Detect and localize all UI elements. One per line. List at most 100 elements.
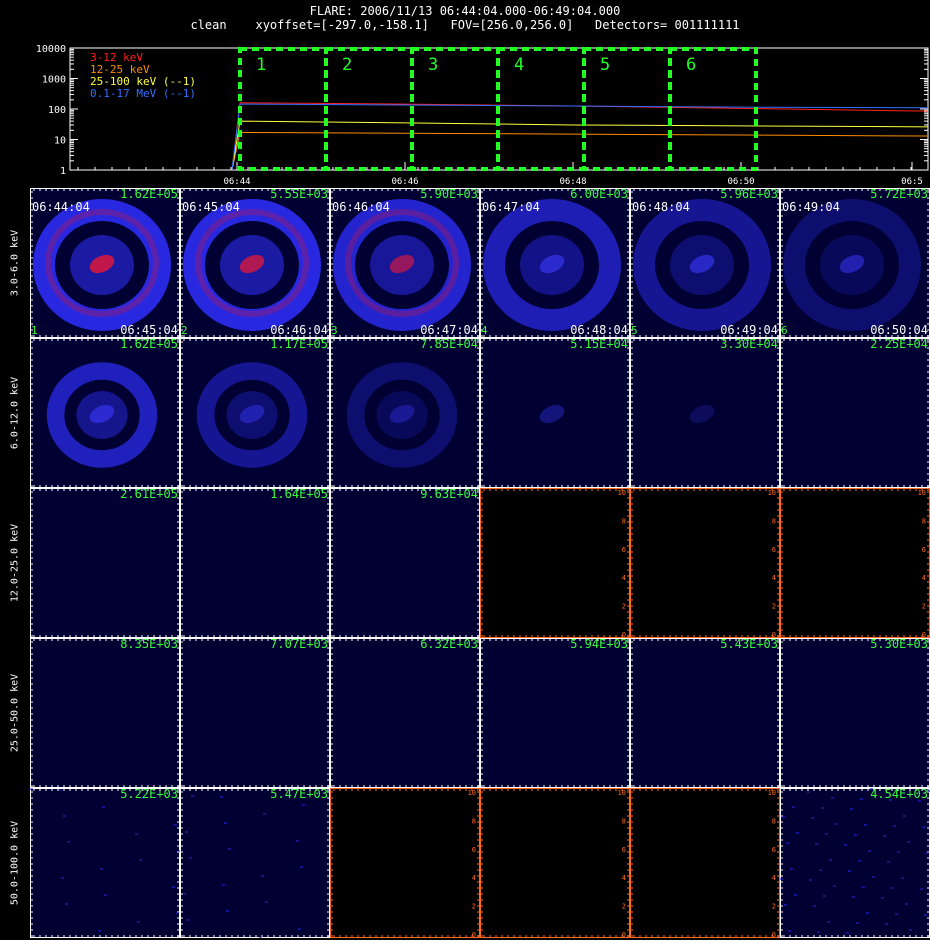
empty-axis-tick: 6 xyxy=(922,546,926,554)
panel-start-time: 06:46:04 xyxy=(332,200,390,214)
noise-speck xyxy=(909,929,912,931)
panel-canvas: 10 8 6 4 2 0 xyxy=(630,488,780,638)
panel-border xyxy=(30,788,180,938)
empty-axis-tick: 8 xyxy=(922,517,926,525)
image-panel[interactable]: 5.43E+03 xyxy=(630,638,780,788)
image-panel[interactable]: 10 8 6 4 2 0 xyxy=(780,488,930,638)
empty-axis-tick: 8 xyxy=(472,817,476,825)
noise-speck xyxy=(174,824,177,826)
noise-speck xyxy=(905,903,908,905)
panel-border xyxy=(330,488,480,638)
noise-speck xyxy=(100,868,103,870)
panel-border xyxy=(180,788,330,938)
empty-axis-tick: 10 xyxy=(618,489,626,497)
image-panel[interactable]: 5.22E+03 xyxy=(30,788,180,938)
noise-speck xyxy=(259,937,262,938)
panel-canvas xyxy=(330,338,480,488)
panel-border xyxy=(480,788,630,938)
noise-speck xyxy=(30,788,33,790)
image-panel[interactable]: 6.32E+03 xyxy=(330,638,480,788)
image-panel[interactable]: 5.94E+03 xyxy=(480,638,630,788)
image-panel[interactable]: 7.07E+03 xyxy=(180,638,330,788)
noise-speck xyxy=(907,841,910,843)
image-panel[interactable]: 10 8 6 4 2 0 xyxy=(480,788,630,938)
image-panel[interactable]: 10 8 6 4 2 0 xyxy=(630,788,780,938)
panel-border xyxy=(630,638,780,788)
noise-speck xyxy=(784,904,787,906)
image-panel[interactable]: 1.64E+05 xyxy=(180,488,330,638)
panel-max-value: 5.43E+03 xyxy=(720,638,778,651)
panel-max-value: 2.25E+04 xyxy=(870,338,928,351)
image-panel[interactable]: 1.17E+05 xyxy=(180,338,330,488)
empty-axis-tick: 0 xyxy=(772,631,776,638)
noise-speck xyxy=(298,928,301,930)
noise-speck xyxy=(926,852,929,854)
empty-axis-tick: 10 xyxy=(468,789,476,797)
noise-speck xyxy=(827,921,830,923)
noise-speck xyxy=(135,833,138,835)
panel-start-time: 06:49:04 xyxy=(782,200,840,214)
noise-speck xyxy=(59,789,62,791)
panel-canvas xyxy=(180,488,330,638)
legend-entry: 0.1-17 MeV (--1) xyxy=(90,87,196,100)
image-panel[interactable]: 2.25E+04 xyxy=(780,338,930,488)
image-panel[interactable]: 5.47E+03 xyxy=(180,788,330,938)
noise-speck xyxy=(819,869,822,871)
noise-speck xyxy=(794,894,797,896)
panel-interval-number: 5 xyxy=(631,324,638,337)
energy-band-label: 3.0-6.0 keV xyxy=(9,229,21,297)
empty-axis-tick: 2 xyxy=(922,603,926,611)
noise-speck xyxy=(790,868,793,870)
noise-speck xyxy=(807,791,810,793)
image-panel[interactable]: 5.15E+04 xyxy=(480,338,630,488)
panel-interval-number: 6 xyxy=(781,324,788,337)
image-panel[interactable]: 2.61E+05 xyxy=(30,488,180,638)
image-panel[interactable]: 1.62E+05 xyxy=(30,338,180,488)
y-tick-label: 10 xyxy=(54,136,66,147)
panel-end-time: 06:50:04 xyxy=(870,323,928,337)
noise-speck xyxy=(786,842,789,844)
panel-canvas xyxy=(780,338,930,488)
noise-speck xyxy=(296,840,299,842)
image-panel[interactable]: 5.30E+03 xyxy=(780,638,930,788)
image-panel[interactable]: 1.62E+05 06:44:04 06:45:04 1 xyxy=(30,188,180,338)
noise-speck xyxy=(860,798,863,800)
panel-interval-number: 3 xyxy=(331,324,338,337)
noise-speck xyxy=(780,878,783,880)
noise-speck xyxy=(901,877,904,879)
series-line xyxy=(231,120,929,171)
empty-axis-tick: 8 xyxy=(622,517,626,525)
image-panel[interactable]: 5.55E+03 06:45:04 06:46:04 2 xyxy=(180,188,330,338)
image-panel[interactable]: 6.00E+03 06:47:04 06:48:04 4 xyxy=(480,188,630,338)
empty-axis-tick: 4 xyxy=(622,574,626,582)
noise-speck xyxy=(846,932,849,934)
panel-max-value: 6.32E+03 xyxy=(420,638,478,651)
noise-speck xyxy=(63,815,66,817)
image-panel[interactable]: 10 8 6 4 2 0 xyxy=(630,488,780,638)
image-panel[interactable]: 3.30E+04 xyxy=(630,338,780,488)
noise-speck xyxy=(222,884,225,886)
image-panel[interactable]: 8.35E+03 xyxy=(30,638,180,788)
y-tick-label: 1 xyxy=(60,166,66,177)
image-panel[interactable]: 10 8 6 4 2 0 xyxy=(330,788,480,938)
empty-axis-tick: 10 xyxy=(768,789,776,797)
image-panel[interactable]: 5.96E+03 06:48:04 06:49:04 5 xyxy=(630,188,780,338)
panel-max-value: 5.72E+03 xyxy=(870,188,928,201)
image-panel[interactable]: 10 8 6 4 2 0 xyxy=(480,488,630,638)
noise-speck xyxy=(228,848,231,850)
y-tick-label: 10000 xyxy=(36,44,66,55)
empty-axis-tick: 6 xyxy=(472,846,476,854)
image-panel[interactable]: 5.72E+03 06:49:04 06:50:04 6 xyxy=(780,188,930,338)
noise-speck xyxy=(226,910,229,912)
noise-speck xyxy=(788,930,791,932)
image-panel[interactable]: 5.90E+03 06:46:04 06:47:04 3 xyxy=(330,188,480,338)
panel-border xyxy=(780,488,930,638)
noise-speck xyxy=(191,795,194,797)
image-panel[interactable]: 4.54E+03 xyxy=(780,788,930,938)
empty-axis-tick: 0 xyxy=(472,931,476,938)
image-panel[interactable]: 9.63E+04 xyxy=(330,488,480,638)
panel-max-value: 7.85E+04 xyxy=(420,338,478,351)
noise-speck xyxy=(862,886,865,888)
image-panel[interactable]: 7.85E+04 xyxy=(330,338,480,488)
noise-speck xyxy=(893,825,896,827)
